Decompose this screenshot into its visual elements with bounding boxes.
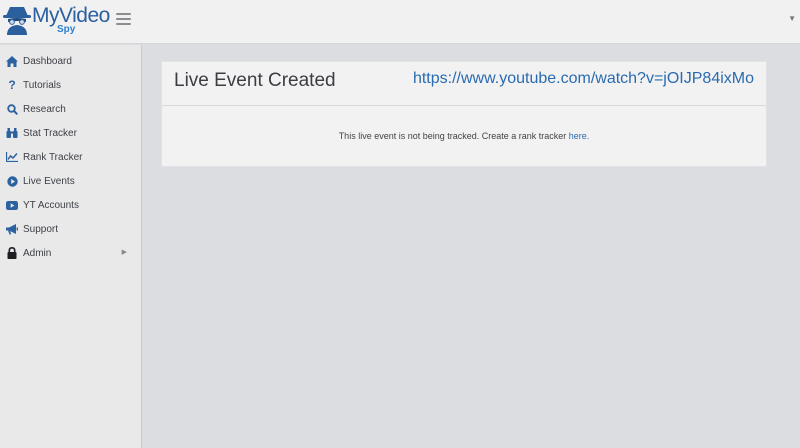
sidebar-item-label: Admin [23,247,52,259]
binoculars-icon [5,126,19,140]
panel-header: Live Event Created https://www.youtube.c… [162,62,766,106]
page-title: Live Event Created [174,70,336,91]
spy-logo-icon [3,7,31,35]
sidebar-item-label: Rank Tracker [23,151,83,163]
sidebar-item-stat-tracker[interactable]: Stat Tracker [0,122,141,144]
sidebar-item-label: Live Events [23,175,75,187]
sidebar-item-label: Dashboard [23,55,72,67]
top-bar: MyVideo Spy ▼ [0,0,800,44]
sidebar-item-tutorials[interactable]: ? Tutorials [0,74,141,96]
logo-subtext: Spy [57,24,76,35]
menu-toggle-icon[interactable] [116,13,131,25]
youtube-icon [5,198,19,212]
lock-icon [5,246,19,260]
sidebar-item-label: Support [23,223,59,235]
user-menu-caret-icon[interactable]: ▼ [788,14,796,23]
chevron-right-icon: ▶ [121,249,127,256]
sidebar-item-support[interactable]: Support [0,218,141,240]
home-icon [5,54,19,68]
line-chart-icon [5,150,19,164]
sidebar-item-research[interactable]: Research [0,98,141,120]
create-rank-tracker-link[interactable]: here. [569,131,590,141]
sidebar-item-yt-accounts[interactable]: YT Accounts [0,194,141,216]
sidebar: Dashboard ? Tutorials Research Stat Trac… [0,45,142,448]
sidebar-item-live-events[interactable]: Live Events [0,170,141,192]
question-icon: ? [8,78,16,92]
live-event-panel: Live Event Created https://www.youtube.c… [161,61,767,167]
sidebar-item-label: YT Accounts [23,199,79,211]
sidebar-item-dashboard[interactable]: Dashboard [0,50,141,72]
panel-body: This live event is not being tracked. Cr… [162,106,766,141]
play-circle-icon [5,174,19,188]
sidebar-item-admin[interactable]: Admin ▶ [0,242,141,264]
sidebar-item-label: Stat Tracker [23,127,77,139]
sidebar-item-label: Research [23,103,66,115]
sidebar-item-rank-tracker[interactable]: Rank Tracker [0,146,141,168]
sidebar-item-label: Tutorials [23,79,61,91]
tracking-message: This live event is not being tracked. Cr… [338,131,569,141]
youtube-video-link[interactable]: https://www.youtube.com/watch?v=jOIJP84i… [413,70,754,88]
megaphone-icon [5,222,19,236]
logo[interactable]: MyVideo Spy [3,3,115,37]
search-icon [5,102,19,116]
